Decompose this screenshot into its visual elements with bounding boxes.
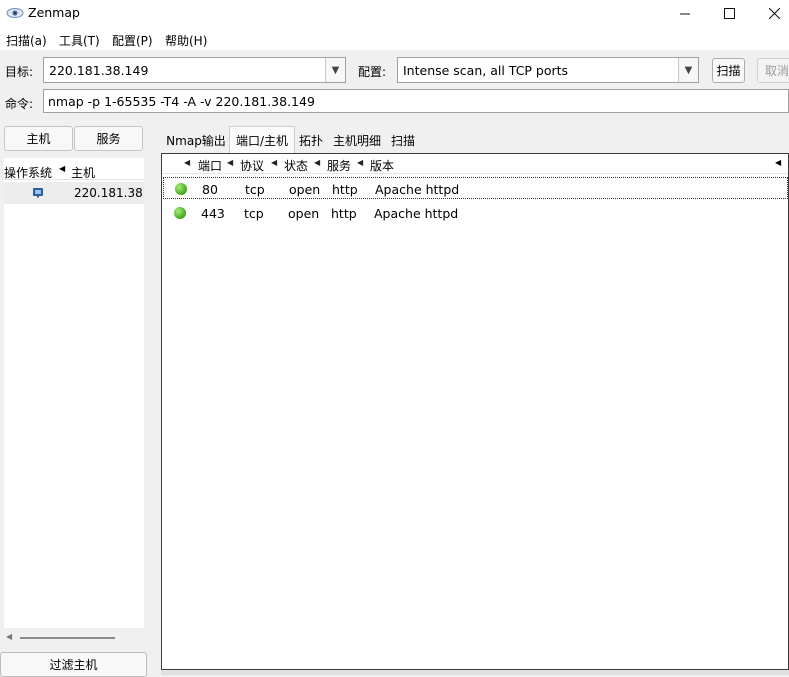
host-list-horizontal-scrollbar[interactable]: ◀: [4, 632, 144, 644]
menu-tools[interactable]: 工具(T): [59, 32, 100, 49]
tab-host-details[interactable]: 主机明细: [329, 128, 385, 152]
window-title: Zenmap: [28, 5, 80, 20]
state-cell: open: [289, 182, 321, 197]
sort-arrow-icon: ◀: [227, 158, 234, 167]
command-label: 命令:: [5, 97, 34, 111]
state-cell: open: [288, 206, 320, 221]
service-cell: http: [331, 206, 357, 221]
minimize-button[interactable]: [662, 0, 708, 26]
host-ip: 220.181.38.149: [74, 186, 144, 200]
protocol-cell: tcp: [244, 206, 264, 221]
scroll-left-arrow-icon[interactable]: ◀: [6, 632, 12, 641]
tab-ports-hosts[interactable]: 端口/主机: [229, 126, 295, 153]
target-label: 目标:: [5, 65, 34, 79]
column-header-version[interactable]: 版本: [370, 157, 394, 174]
sort-arrow-icon: ◀: [59, 164, 66, 173]
hosts-toggle-button[interactable]: 主机: [4, 126, 73, 151]
services-toggle-button[interactable]: 服务: [74, 126, 143, 151]
command-value[interactable]: nmap -p 1-65535 -T4 -A -v 220.181.38.149: [48, 94, 315, 109]
column-header-protocol[interactable]: 协议: [240, 157, 264, 174]
menu-help[interactable]: 帮助(H): [165, 32, 207, 49]
column-header-state[interactable]: 状态: [284, 157, 308, 174]
sort-arrow-icon: ◀: [314, 158, 321, 167]
column-header-service[interactable]: 服务: [327, 157, 351, 174]
host-row[interactable]: 220.181.38.149: [4, 182, 144, 204]
title-bar: Zenmap: [0, 0, 789, 26]
command-input[interactable]: nmap -p 1-65535 -T4 -A -v 220.181.38.149: [43, 89, 789, 113]
sort-arrow-icon: ◀: [357, 158, 364, 167]
sort-arrow-icon: ◀: [271, 158, 278, 167]
open-state-icon: [175, 183, 187, 195]
os-unknown-icon: [32, 186, 44, 198]
zenmap-eye-icon: [6, 6, 24, 20]
scan-button[interactable]: 扫描: [712, 58, 745, 83]
open-state-icon: [174, 207, 186, 219]
version-cell: Apache httpd: [375, 182, 460, 197]
version-cell: Apache httpd: [374, 206, 459, 221]
menu-bar: 扫描(a) 工具(T) 配置(P) 帮助(H): [0, 26, 789, 50]
host-list: 操作系统 ◀ 主机 220.181.38.149: [4, 158, 144, 628]
menu-scan[interactable]: 扫描(a): [6, 32, 47, 49]
profile-value[interactable]: Intense scan, all TCP ports: [403, 63, 568, 78]
ports-table: ◀ 端口 ◀ 协议 ◀ 状态 ◀ 服务 ◀ 版本 ◀ 80 tcp open h…: [161, 153, 789, 670]
tab-topology[interactable]: 拓扑: [296, 128, 326, 152]
table-row[interactable]: 443 tcp open http Apache httpd: [163, 202, 788, 224]
close-button[interactable]: [751, 0, 789, 26]
maximize-button[interactable]: [706, 0, 752, 26]
scrollbar-thumb[interactable]: [20, 637, 115, 639]
status-strip: [161, 670, 789, 675]
target-combobox[interactable]: 220.181.38.149 ▼: [43, 57, 346, 83]
chevron-down-icon: ▼: [331, 64, 340, 76]
protocol-cell: tcp: [245, 182, 265, 197]
service-cell: http: [332, 182, 358, 197]
tab-nmap-output[interactable]: Nmap输出: [163, 128, 229, 152]
table-row[interactable]: 80 tcp open http Apache httpd: [163, 177, 788, 199]
ports-table-header: ◀ 端口 ◀ 协议 ◀ 状态 ◀ 服务 ◀ 版本 ◀: [162, 154, 788, 174]
port-cell: 80: [202, 182, 218, 197]
cancel-button[interactable]: 取消: [757, 58, 789, 83]
host-list-header: 操作系统 ◀ 主机: [4, 162, 144, 180]
profile-combobox[interactable]: Intense scan, all TCP ports ▼: [397, 57, 699, 83]
tab-scans[interactable]: 扫描: [387, 128, 419, 152]
profile-dropdown-button[interactable]: ▼: [678, 58, 698, 82]
sort-arrow-icon: ◀: [184, 158, 191, 167]
target-value[interactable]: 220.181.38.149: [49, 63, 148, 78]
column-header-host[interactable]: 主机: [71, 164, 95, 181]
port-cell: 443: [201, 206, 225, 221]
profile-label: 配置:: [358, 65, 387, 79]
menu-profile[interactable]: 配置(P): [112, 32, 153, 49]
column-header-os[interactable]: 操作系统: [4, 164, 52, 181]
scroll-columns-arrow-icon[interactable]: ◀: [775, 158, 781, 167]
filter-hosts-button[interactable]: 过滤主机: [0, 652, 147, 677]
target-dropdown-button[interactable]: ▼: [325, 58, 345, 82]
column-header-port[interactable]: 端口: [198, 157, 222, 174]
chevron-down-icon: ▼: [684, 64, 693, 76]
